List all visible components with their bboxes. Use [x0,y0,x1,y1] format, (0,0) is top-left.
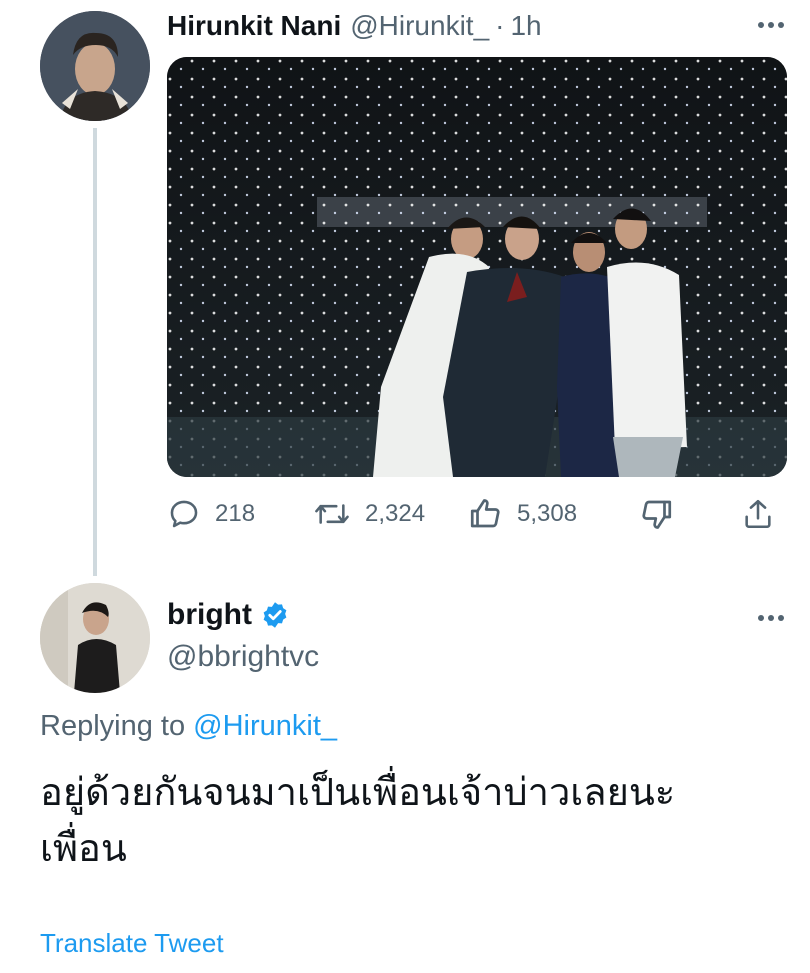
reply-action[interactable]: 218 [167,494,255,534]
retweet-icon [315,504,349,524]
like-action[interactable]: 5,308 [467,494,577,534]
author-name[interactable]: Hirunkit Nani [167,10,341,42]
like-count: 5,308 [517,500,578,527]
like-icon [470,499,500,528]
tweet-timestamp[interactable]: 1h [510,10,541,42]
reply-author-name[interactable]: bright [167,598,252,632]
thread-connector-line [93,128,97,576]
dislike-icon [642,500,672,529]
retweet-count: 2,324 [365,500,426,527]
reply-icon [170,500,198,528]
author-avatar[interactable] [40,11,150,121]
tweet-actions: 218 2,324 5,308 [167,494,787,534]
reply-count: 218 [215,500,256,527]
reply-author-name-row: bright [167,598,290,632]
reply-author-handle[interactable]: @bbrightvc [167,640,319,674]
more-icon[interactable] [756,19,786,31]
tweet-header: Hirunkit Nani @Hirunkit_ · 1h [167,8,542,44]
more-icon[interactable] [756,612,786,624]
reply-author-avatar[interactable] [40,583,150,693]
reply-text: อยู่ด้วยกันจนมาเป็นเพื่อนเจ้าบ่าวเลยนะเพ… [40,772,676,870]
author-handle[interactable]: @Hirunkit_ [350,10,489,42]
share-icon [745,499,771,529]
replying-to-line: Replying to @Hirunkit_ [40,710,337,743]
dislike-action[interactable] [639,494,675,534]
group-photo-image [167,57,787,477]
translate-tweet-link[interactable]: Translate Tweet [40,928,224,959]
separator-dot: · [495,10,505,41]
tweet-photo[interactable] [167,57,787,477]
replying-to-label: Replying to [40,710,186,742]
replying-to-mention[interactable]: @Hirunkit_ [193,710,337,742]
retweet-action[interactable]: 2,324 [313,494,425,534]
verified-badge-icon [263,602,287,628]
share-action[interactable] [741,494,775,534]
